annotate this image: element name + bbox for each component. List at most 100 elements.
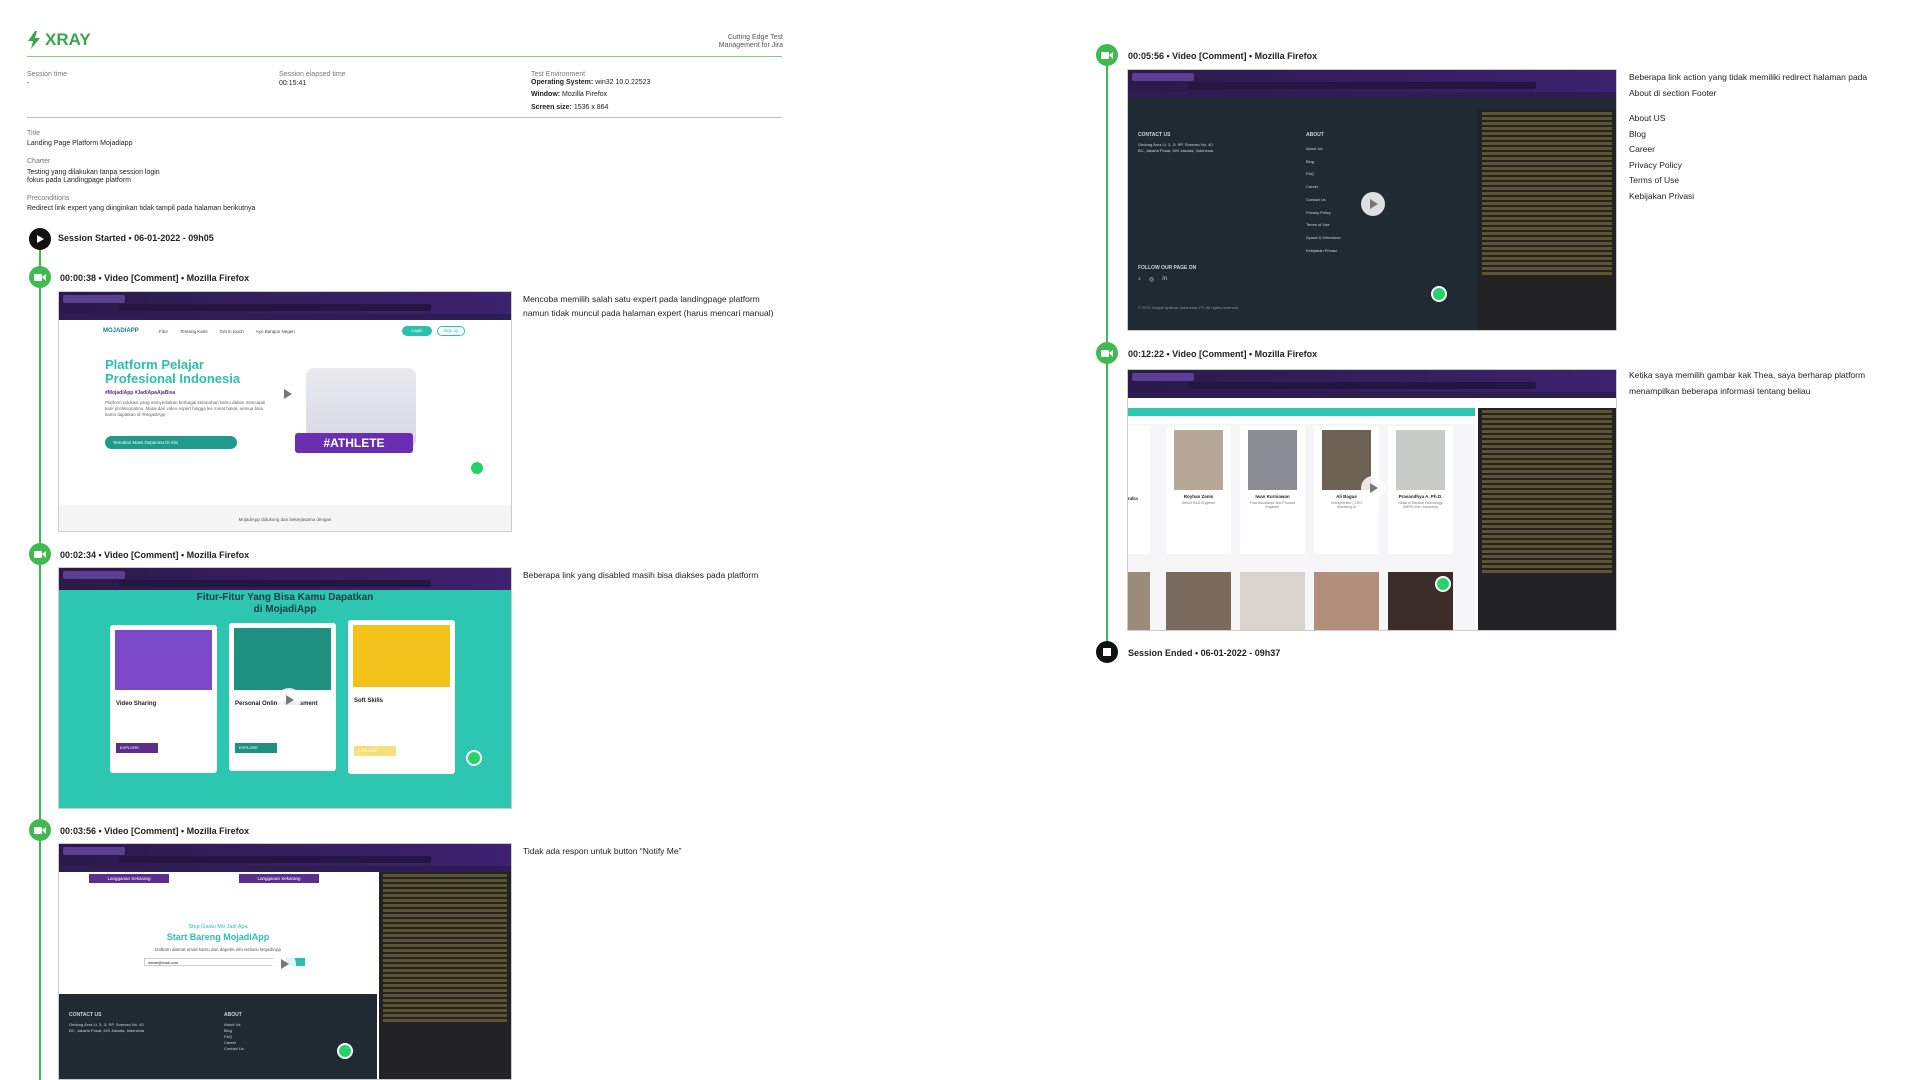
footer-links[interactable]: About Us Blog FAQ Career Contact Us [224,1022,244,1052]
screenshot-3[interactable]: Langganan Sekarang Langganan Sekarang St… [58,843,512,1080]
whatsapp-icon[interactable] [1431,286,1447,302]
play-icon[interactable] [275,382,299,406]
title-label: Title [27,130,40,137]
footer-follow-heading: FOLLOW OUR PAGE ON [1138,265,1197,271]
elapsed-value: 00:15:41 [279,80,307,87]
event-4-title: 00:05:56 • Video [Comment] • Mozilla Fir… [1128,51,1318,61]
video-event-icon [1096,342,1118,364]
screenshot-4[interactable]: CONTACT US Gedung Arva Lt. 3, Jl. RP. So… [1127,69,1617,331]
hero-hashtags: #MojadiApp #JadiApaAjaBisa [105,390,176,396]
feature-card-soft-skills[interactable]: Soft Skills EXPLORE [348,620,455,774]
devtools-console [1478,408,1616,630]
expert-photo[interactable] [1166,572,1231,630]
tagline: Cutting Edge Test Management for Jira [718,34,783,49]
screenshot-2[interactable]: Fitur-Fitur Yang Bisa Kamu Dapatkan di Mo… [58,567,512,809]
whatsapp-icon[interactable] [337,1043,353,1059]
video-event-icon [29,266,51,288]
footer-contact-heading: CONTACT US [69,1012,102,1018]
event-2-title: 00:02:34 • Video [Comment] • Mozilla Fir… [60,550,250,560]
hero-cta-button[interactable]: Temukan Mass Depanmu Di Sini [105,436,237,449]
mojadi-signup-button[interactable]: Sign up [437,326,465,336]
tiktok-icon: ♪ [1138,276,1141,282]
footer-about-heading: ABOUT [1306,132,1324,138]
screenshot-1[interactable]: MOJADIAPP Fitur Tentang Kami Get in touch A… [58,291,512,532]
social-icons[interactable]: ♪ ◎ in [1138,276,1167,283]
event-2-comment: Beberapa link yang disabled masih bisa d… [523,570,759,580]
newsletter-subtitle: Daftarin alamat email kamu dan dapetin i… [154,947,282,952]
session-start-icon [29,228,51,250]
subscribe-button[interactable]: Langganan Sekarang [239,874,319,883]
xray-bolt-icon [28,31,40,49]
whatsapp-icon[interactable] [1435,576,1451,592]
event-4-comment: Beberapa link action yang tidak memiliki… [1629,72,1868,201]
explore-button[interactable]: EXPLORE [235,743,277,753]
devtools-console [379,872,511,1079]
env-window: Window: Mozilla Firefox [531,91,608,98]
session-end-icon [1096,641,1118,663]
instagram-icon: ◎ [1149,277,1155,283]
mojadi-nav: Fitur Tentang Kami Get in touch Ayo Bangun … [159,329,295,334]
logo-text: XRAY [45,30,91,49]
hero-title: Platform Pelajar Profesional Indonesia [105,357,241,386]
event-3-title: 00:03:56 • Video [Comment] • Mozilla Fir… [60,826,250,836]
video-event-icon [29,819,51,841]
site-footer: CONTACT US Gedung Arva Lt. 3, Jl. RP. So… [1128,110,1475,330]
session-end-label: Session Ended • 06-01-2022 - 09h37 [1128,648,1281,658]
preconditions-label: Preconditions [27,195,70,202]
linkedin-icon: in [1162,276,1167,282]
play-icon[interactable] [272,952,296,976]
expert-card[interactable]: Iwan Kurniawan Flow Assurance and Proces… [1240,426,1305,554]
mojadi-login-button[interactable]: Login [402,326,432,336]
title-value: Landing Page Platform Mojadiapp [27,140,133,147]
env-os: Operating System: win32 10.0.22523 [531,79,651,86]
charter-label: Charter [27,158,51,165]
newsletter-kicker: Stop Galau Mo Jadi Apa [188,924,248,930]
footer-about-links[interactable]: About Us Blog FAQ Career Contact Us Privacy P… [1306,143,1341,257]
event-3-comment: Tidak ada respon untuk button “Notify Me… [523,846,682,856]
timeline-line-left [39,238,41,1080]
event-1-comment: Mencoba memilih salah satu expert pada l… [523,294,774,318]
devtools-console [1478,110,1616,330]
features-title: Fitur-Fitur Yang Bisa Kamu Dapatkan di Mo… [196,592,374,615]
footer-copyright: © 2021 Mojadi Aplikasi Indonesia, PT. Al… [1138,305,1239,310]
site-footer: CONTACT US Gedung Arva Lt. 3, Jl. RP. So… [59,994,377,1079]
event-5-title: 00:12:22 • Video [Comment] • Mozilla Fir… [1128,349,1318,359]
subscribe-button[interactable]: Langganan Sekarang [89,874,169,883]
expert-card[interactable]: Prasandhya A. Ph.D. Head of Medical Tech… [1388,426,1453,554]
whatsapp-icon[interactable] [466,750,482,766]
explore-button[interactable]: EXPLORE [354,746,396,756]
expert-photo[interactable] [1314,572,1379,630]
charter-line2: fokus pada Landingpage platform [27,177,131,184]
preconditions-value: Redirect link expert yang diinginkan tid… [27,205,256,212]
play-icon[interactable] [277,688,301,712]
explore-button[interactable]: EXPLORE [116,743,158,753]
expert-photo[interactable] [1240,572,1305,630]
whatsapp-icon[interactable] [469,460,485,476]
session-time-label: Session time [27,71,68,78]
screenshot-5[interactable]: ndra Royhan Zanis Senior R&D Engineer Iw… [1127,369,1617,631]
hero-body: Platform edukasi yang menyediakan berbag… [105,400,266,417]
header-divider [27,56,782,57]
env-screen: Screen size: 1536 x 864 [531,104,609,111]
experts-grid: ndra Royhan Zanis Senior R&D Engineer Iw… [1128,424,1475,630]
video-event-icon [29,543,51,565]
video-event-icon [1096,44,1118,66]
expert-card[interactable]: Royhan Zanis Senior R&D Engineer [1166,426,1231,554]
meta-divider [27,117,782,118]
footer-address: Gedung Arva Lt. 3, Jl. RP. Soeroso No. 4… [69,1022,144,1033]
play-icon[interactable] [1361,476,1385,500]
newsletter-title: Start Bareng MojadiApp [166,932,270,942]
event-1-title: 00:00:38 • Video [Comment] • Mozilla Fir… [60,273,250,283]
footer-about-heading: ABOUT [224,1012,242,1018]
athlete-banner: #ATHLETE [295,433,413,453]
session-start-label: Session Started • 06-01-2022 - 09h05 [58,233,214,243]
play-icon[interactable] [1361,192,1385,216]
footer-contact-heading: CONTACT US [1138,132,1171,138]
mojadi-logo: MOJADIAPP [103,328,139,334]
xray-logo: XRAY [27,30,91,50]
feature-card-video-sharing[interactable]: Video Sharing EXPLORE [110,625,217,773]
event-5-comment: Ketika saya memilih gambar kak Thea, say… [1629,370,1866,396]
footer-address: Gedung Arva Lt. 3, Jl. RP. Soeroso No. 4… [1138,142,1213,153]
session-time-value: - [27,80,30,87]
partners-caption: MojadiApp didukung dan bekerjasama denga… [59,505,511,527]
